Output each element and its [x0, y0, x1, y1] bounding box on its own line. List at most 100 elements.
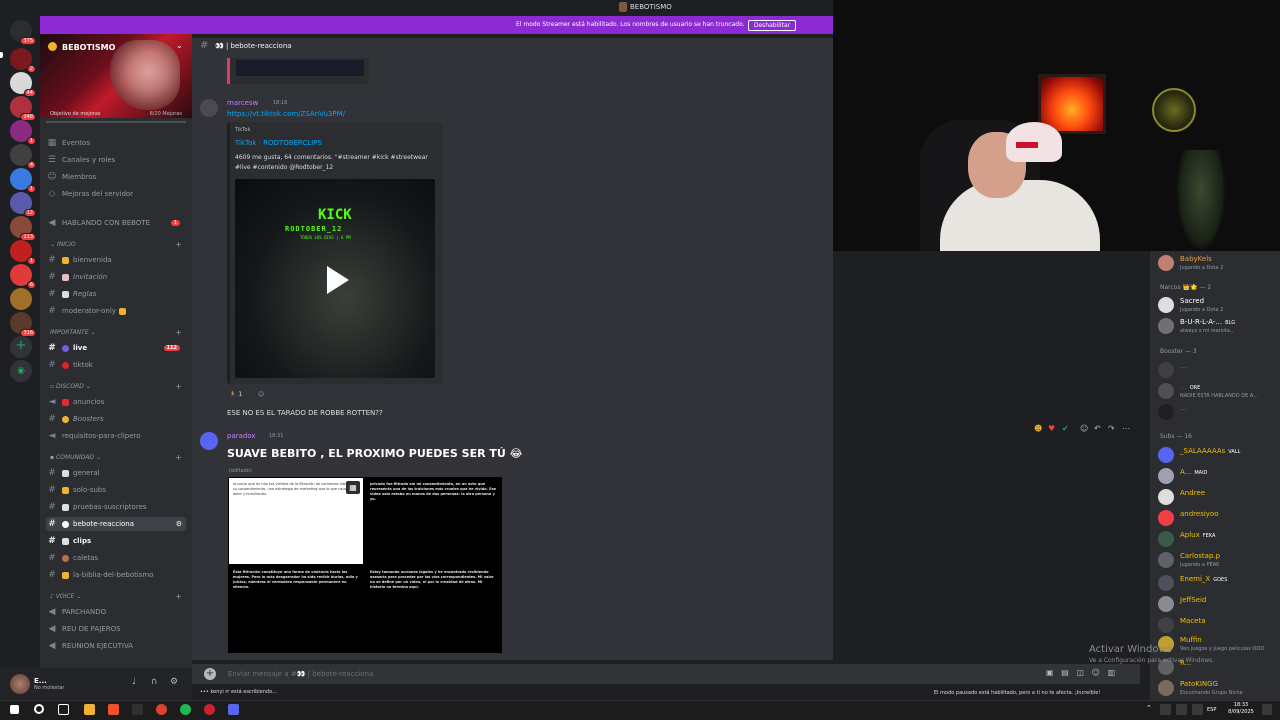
server-icon-5[interactable]: 4	[10, 144, 36, 169]
file-explorer-icon[interactable]	[84, 704, 95, 715]
member-item[interactable]: Andree	[1158, 487, 1278, 507]
sidebar-item-channels-roles[interactable]: ☰ Canales y roles	[46, 153, 186, 167]
add-channel-icon[interactable]: +	[175, 240, 182, 249]
add-channel-icon[interactable]: +	[175, 592, 182, 601]
sidebar-item-events[interactable]: ▦ Eventos	[46, 136, 186, 150]
member-item[interactable]: _SALAAAAAs VALL	[1158, 445, 1278, 465]
member-item[interactable]: Carlostap.p Jugando a PEAK	[1158, 550, 1278, 570]
add-reaction-icon[interactable]: ☺	[1080, 424, 1088, 433]
server-icon-3[interactable]: 248	[10, 96, 36, 121]
server-icon-8[interactable]: 113	[10, 216, 36, 241]
brave-icon[interactable]	[108, 704, 119, 715]
chrome-icon[interactable]	[156, 704, 167, 715]
member-item[interactable]: andresiyoo	[1158, 508, 1278, 528]
member-item[interactable]: Sacred Jugando a Dota 2	[1158, 295, 1278, 315]
boost-goal[interactable]: Objetivo de mejoras 8/20 Mejoras	[46, 109, 186, 121]
avatar[interactable]	[10, 674, 30, 694]
server-icon-12[interactable]: 316	[10, 312, 36, 337]
settings-icon[interactable]: ⚙	[176, 520, 182, 528]
category-importante[interactable]: IMPORTANTE ⌄ +	[50, 328, 186, 339]
language-indicator[interactable]: ESP	[1207, 707, 1216, 713]
clock[interactable]: 18:33 8/09/2025	[1226, 702, 1256, 716]
windows-start-icon[interactable]	[10, 705, 19, 714]
embed-title[interactable]: TikTok · RODTOBERCLIPS	[235, 139, 322, 147]
channel-tiktok[interactable]: # tiktok	[46, 358, 186, 372]
member-item[interactable]: Maceta	[1158, 615, 1278, 635]
channel-general[interactable]: # general	[46, 466, 186, 480]
channel-live[interactable]: # live 112	[46, 341, 186, 355]
add-channel-icon[interactable]: +	[175, 453, 182, 462]
server-icon-4[interactable]: 1	[10, 120, 36, 145]
sidebar-item-members[interactable]: ☺ Miembros	[46, 170, 186, 184]
channel-caletas[interactable]: # caletas	[46, 551, 186, 565]
app-icon[interactable]	[204, 704, 215, 715]
voice-parchando[interactable]: ◀ PARCHANDO	[46, 605, 186, 619]
channel-invitacion[interactable]: # Invitación	[46, 270, 186, 284]
previous-embed-image[interactable]	[236, 60, 364, 76]
server-name[interactable]: BEBOTISMO	[62, 43, 115, 52]
check-icon[interactable]: ✔	[1062, 424, 1069, 433]
channel-bienvenida[interactable]: # bienvenida	[46, 253, 186, 267]
avatar[interactable]	[200, 99, 218, 117]
image-pane[interactable]: Anuncio que mi hija fue víctima de la fi…	[229, 478, 363, 564]
play-icon[interactable]	[327, 266, 349, 294]
image-pane[interactable]: privado fue filtrado sin mi consentimien…	[366, 478, 502, 564]
heart-icon[interactable]: ♥	[1048, 424, 1055, 433]
member-item[interactable]: B-U-R-L-A-... BLG always s mi marsita...	[1158, 316, 1278, 336]
member-item[interactable]: PatoKINGG Escuchando Grupo Niche	[1158, 678, 1278, 698]
apps-icon[interactable]: ▥	[1108, 668, 1116, 677]
member-item[interactable]: ...	[1158, 402, 1278, 422]
member-item[interactable]: A... MAID	[1158, 466, 1278, 486]
task-view-icon[interactable]	[58, 704, 69, 715]
sidebar-item-hablando[interactable]: ◀ HABLANDO CON BEBOTE 1	[46, 216, 186, 230]
server-icon-10[interactable]: 6	[10, 264, 36, 289]
member-item[interactable]: Muffin Veo juegos y juego películas ODD	[1158, 634, 1278, 654]
gif-icon[interactable]: ▤	[1061, 668, 1069, 677]
channel-pruebas-suscriptores[interactable]: # pruebas-suscriptores	[46, 500, 186, 514]
plus-icon[interactable]: +	[204, 668, 216, 680]
server-icon-9[interactable]: 1	[10, 240, 36, 265]
image-pane[interactable]: Estoy tomando acciones legales y he enco…	[366, 566, 502, 652]
laugh-reaction-icon[interactable]: ☻	[1034, 424, 1042, 433]
gift-icon[interactable]: ▣	[1046, 668, 1054, 677]
app-icon[interactable]	[132, 704, 143, 715]
voice-reunion-ejecutiva[interactable]: ◀ REUNION EJECUTIVA	[46, 639, 186, 653]
home-button[interactable]: 375	[10, 20, 36, 45]
tray-icon[interactable]	[1176, 704, 1187, 715]
category-comunidad[interactable]: ▪ COMUNIDAD ⌄ +	[50, 453, 186, 464]
add-channel-icon[interactable]: +	[175, 328, 182, 337]
add-reaction-icon[interactable]: ☺	[258, 391, 264, 403]
message-author[interactable]: paradox	[227, 432, 256, 440]
user-name[interactable]: E...	[34, 677, 47, 685]
reply-icon[interactable]: ↶	[1094, 424, 1101, 433]
chevron-down-icon[interactable]: ⌄	[176, 41, 183, 50]
explore-icon[interactable]: ◉	[10, 360, 32, 382]
message-author[interactable]: marcesw	[227, 99, 258, 107]
server-icon-7[interactable]: 12	[10, 192, 36, 217]
voice-reu-de-pajeros[interactable]: ◀ REU DE PAJEROS	[46, 622, 186, 636]
image-pane[interactable]: Esta filtración constituye una forma de …	[229, 566, 363, 652]
gear-icon[interactable]: ⚙	[168, 677, 180, 687]
microphone-icon[interactable]: ♩	[128, 677, 140, 687]
member-item[interactable]: Enemi_X GOES	[1158, 573, 1278, 593]
channel-moderator-only[interactable]: # moderator-only	[46, 304, 186, 318]
message-link[interactable]: https://vt.tiktok.com/ZSAnVu3PM/	[227, 110, 345, 118]
channel-la-biblia[interactable]: # la-biblia-del-bebotismo	[46, 568, 186, 582]
member-item[interactable]: JeffSeid	[1158, 594, 1278, 614]
server-icon-6[interactable]: 1	[10, 168, 36, 193]
channel-solo-subs[interactable]: # solo-subs	[46, 483, 186, 497]
message-input[interactable]: Enviar mensaje a #👀 | bebote-reacciona	[228, 670, 373, 678]
member-item[interactable]: BabyKels Jugando a Dota 2	[1158, 253, 1278, 273]
search-icon[interactable]	[34, 704, 44, 714]
emoji-icon[interactable]: ☺	[1092, 668, 1100, 677]
channel-boosters[interactable]: # Boosters	[46, 412, 186, 426]
avatar[interactable]	[200, 432, 218, 450]
tray-icon[interactable]	[1160, 704, 1171, 715]
sidebar-item-boosts[interactable]: ◇ Mejoras del servidor	[46, 187, 186, 201]
channel-reglas[interactable]: # Reglas	[46, 287, 186, 301]
member-item[interactable]: ... ORE NADIE ESTÁ HABLANDO DE A...	[1158, 381, 1278, 401]
server-icon-1[interactable]: 2	[10, 48, 36, 73]
category-inicio[interactable]: ⌄ INICIO +	[50, 240, 186, 251]
channel-requisitos[interactable]: ◄ requisitos-para-clipero	[46, 429, 186, 443]
discord-icon[interactable]	[228, 704, 239, 715]
